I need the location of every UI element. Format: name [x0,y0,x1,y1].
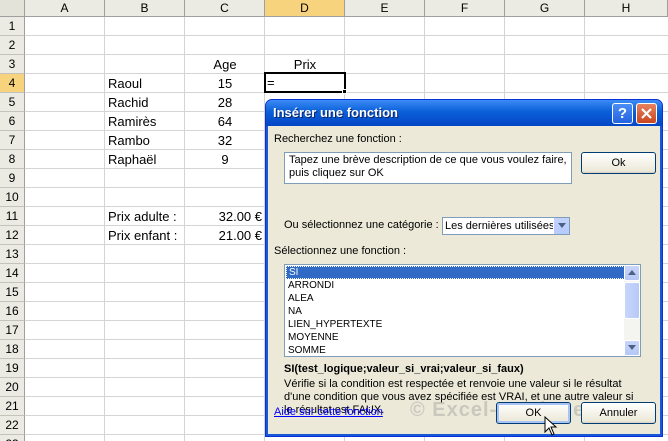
row-header[interactable]: 8 [0,150,25,169]
column-header-f[interactable]: F [425,0,505,17]
function-item[interactable]: ARRONDI [287,279,334,292]
formula-text: = [267,75,275,90]
row-header[interactable]: 17 [0,321,25,340]
age-cell[interactable]: 64 [185,112,265,131]
column-header-e[interactable]: E [345,0,425,17]
function-list[interactable]: SI ARRONDI ALEA NA LIEN_HYPERTEXTE MOYEN… [284,264,641,357]
row-header[interactable]: 7 [0,131,25,150]
prix-adulte-label[interactable]: Prix adulte : [105,207,185,226]
column-header-d[interactable]: D [265,0,345,17]
prix-enfant-label[interactable]: Prix enfant : [105,226,185,245]
arrow-up-icon [628,270,636,275]
select-all-corner[interactable] [0,0,25,17]
row-header[interactable]: 18 [0,340,25,359]
row-header[interactable]: 12 [0,226,25,245]
scroll-up-button[interactable] [624,265,640,281]
close-button[interactable] [636,103,657,124]
age-cell[interactable]: 15 [185,74,265,93]
mouse-cursor-icon [544,416,558,436]
ok-button[interactable]: OK [496,402,571,424]
header-age[interactable]: Age [185,55,265,74]
name-cell[interactable]: Raoul [105,74,185,93]
scroll-thumb[interactable] [624,282,640,319]
help-link[interactable]: Aide sur cette fonction [274,406,383,418]
scroll-down-button[interactable] [624,340,640,356]
cancel-button[interactable]: Annuler [581,402,656,424]
row-header[interactable]: 4 [0,74,25,93]
arrow-down-icon [628,345,636,350]
category-select[interactable]: Les dernières utilisées [442,217,570,235]
function-item[interactable]: MOYENNE [287,331,339,344]
search-input-text: Tapez une brève description de ce que vo… [289,154,567,179]
row-header[interactable]: 20 [0,378,25,397]
row-header[interactable]: 14 [0,264,25,283]
prix-enfant-value[interactable]: 21.00 € [185,226,265,245]
age-cell[interactable]: 9 [185,150,265,169]
chevron-down-icon [558,223,566,228]
dropdown-arrow[interactable] [553,218,569,234]
close-icon [641,108,652,119]
select-function-label: Sélectionnez une fonction : [274,245,407,257]
function-item[interactable]: ALEA [287,292,314,305]
age-cell[interactable]: 28 [185,93,265,112]
name-cell[interactable]: Ramirès [105,112,185,131]
row-header[interactable]: 10 [0,188,25,207]
column-header-g[interactable]: G [505,0,585,17]
function-item[interactable]: NA [287,305,302,318]
row-header[interactable]: 19 [0,359,25,378]
function-list-scrollbar[interactable] [624,265,640,356]
row-header[interactable]: 22 [0,416,25,435]
name-cell[interactable]: Raphaël [105,150,185,169]
help-button[interactable]: ? [612,103,633,124]
function-item[interactable]: SOMME [287,344,326,356]
name-cell[interactable]: Rambo [105,131,185,150]
insert-function-dialog: Insérer une fonction ? Recherchez une fo… [265,99,663,437]
search-ok-button[interactable]: Ok [581,152,656,174]
dialog-title: Insérer une fonction [273,105,398,120]
dialog-body: Recherchez une fonction : Tapez une brèv… [270,126,658,436]
row-header[interactable]: 5 [0,93,25,112]
row-header[interactable]: 2 [0,36,25,55]
column-header-b[interactable]: B [105,0,185,17]
column-header-h[interactable]: H [585,0,668,17]
name-cell[interactable]: Rachid [105,93,185,112]
fill-handle[interactable] [342,89,347,94]
row-header[interactable]: 15 [0,283,25,302]
row-header[interactable]: 1 [0,17,25,36]
row-header[interactable]: 3 [0,55,25,74]
category-label: Ou sélectionnez une catégorie : [284,219,439,231]
category-value: Les dernières utilisées [445,220,555,232]
function-item-si[interactable]: SI [286,266,635,279]
row-header[interactable]: 9 [0,169,25,188]
row-header[interactable]: 6 [0,112,25,131]
age-cell[interactable]: 32 [185,131,265,150]
dialog-titlebar[interactable]: Insérer une fonction ? [266,100,662,126]
row-header[interactable]: 21 [0,397,25,416]
row-header[interactable]: 11 [0,207,25,226]
help-icon: ? [617,105,628,122]
function-item[interactable]: LIEN_HYPERTEXTE [287,318,382,331]
search-input[interactable]: Tapez une brève description de ce que vo… [284,152,572,184]
search-label: Recherchez une fonction : [274,133,402,145]
row-header[interactable]: 16 [0,302,25,321]
function-signature: SI(test_logique;valeur_si_vrai;valeur_si… [284,363,524,375]
row-header[interactable]: 13 [0,245,25,264]
active-cell-d4[interactable]: = [264,72,346,93]
prix-adulte-value[interactable]: 32.00 € [185,207,265,226]
column-header-a[interactable]: A [25,0,105,17]
column-header-c[interactable]: C [185,0,265,17]
row-header[interactable]: 23 [0,435,25,441]
